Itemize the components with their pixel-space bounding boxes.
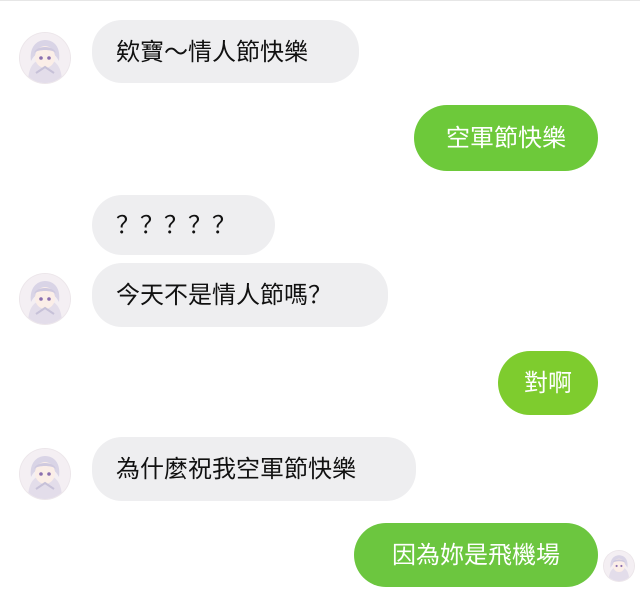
message-text: 空軍節快樂	[446, 124, 566, 152]
anime-girl-avatar-icon	[20, 33, 70, 83]
message-bubble-received[interactable]: ？？？？？	[92, 195, 275, 255]
chat-thread: 欸寶～情人節快樂 空軍節快樂 ？？？？？ 今天不是情人節嗎？ 對啊 為什麼祝我空…	[0, 0, 640, 607]
message-bubble-received[interactable]: 欸寶～情人節快樂	[92, 20, 359, 83]
anime-girl-avatar-icon	[20, 449, 70, 499]
contact-avatar[interactable]	[20, 33, 70, 83]
anime-girl-avatar-icon	[604, 551, 634, 581]
message-text: 因為妳是飛機場	[392, 541, 560, 569]
contact-avatar[interactable]	[20, 274, 70, 324]
message-text: ？？？？？	[116, 211, 236, 239]
message-text: 為什麼祝我空軍節快樂	[116, 455, 356, 483]
contact-avatar[interactable]	[20, 449, 70, 499]
message-text: 今天不是情人節嗎？	[116, 281, 332, 309]
message-bubble-received[interactable]: 今天不是情人節嗎？	[92, 263, 388, 327]
message-text: 對啊	[524, 369, 572, 397]
message-text: 欸寶～情人節快樂	[116, 37, 308, 66]
anime-girl-avatar-icon	[20, 274, 70, 324]
message-bubble-sent[interactable]: 對啊	[498, 351, 598, 415]
user-avatar[interactable]	[604, 551, 634, 581]
message-bubble-sent[interactable]: 因為妳是飛機場	[354, 523, 598, 587]
message-bubble-sent[interactable]: 空軍節快樂	[414, 105, 598, 171]
message-bubble-received[interactable]: 為什麼祝我空軍節快樂	[92, 437, 416, 501]
